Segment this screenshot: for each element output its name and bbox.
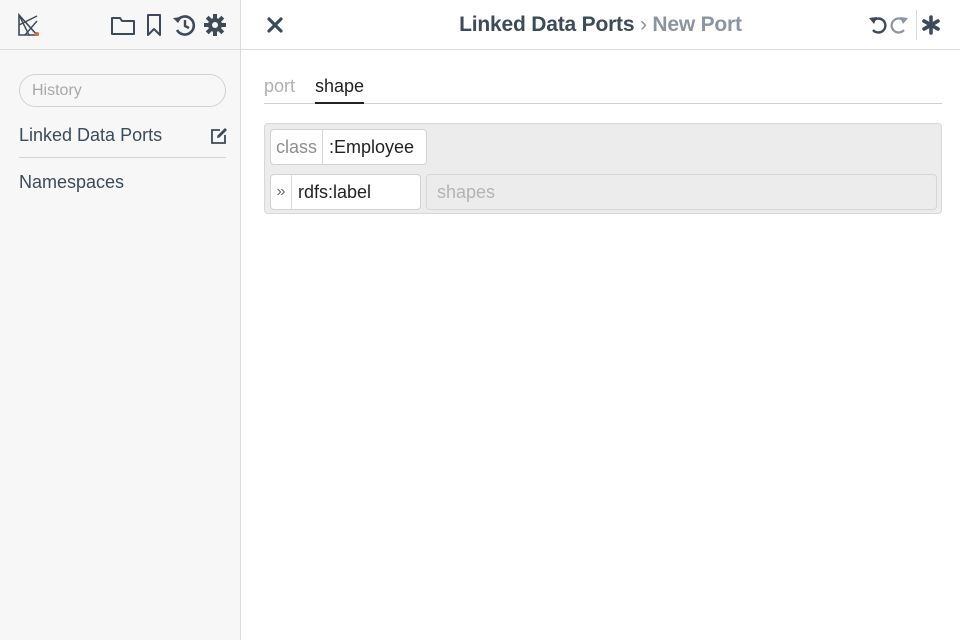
tab-shape[interactable]: shape [315, 76, 365, 104]
folder-icon[interactable] [110, 12, 136, 38]
tab-port[interactable]: port [264, 76, 295, 104]
class-label: class [271, 130, 323, 164]
shapes-input[interactable] [426, 174, 937, 210]
header-divider [916, 10, 917, 40]
history-icon[interactable] [171, 12, 197, 38]
bookmark-icon[interactable] [141, 12, 167, 38]
class-value[interactable]: :Employee [323, 130, 426, 164]
breadcrumb: Linked Data Ports › New Port [241, 13, 960, 37]
edit-icon[interactable] [210, 127, 228, 145]
gear-icon[interactable] [202, 12, 228, 38]
redo-icon[interactable] [888, 14, 910, 36]
asterisk-icon[interactable] [920, 14, 942, 36]
sidebar: Linked Data Ports Namespaces [0, 0, 241, 640]
sidebar-item-label: Namespaces [19, 171, 125, 192]
expand-icon[interactable]: » [271, 175, 292, 209]
sidebar-toolbar [0, 0, 240, 50]
sidebar-item-namespaces[interactable]: Namespaces [19, 160, 226, 204]
breadcrumb-separator: › [639, 13, 647, 36]
sidebar-item-label: Linked Data Ports [19, 125, 163, 145]
history-search-input[interactable] [19, 74, 226, 107]
main-header: Linked Data Ports › New Port [241, 0, 960, 50]
tab-bar: port shape [264, 72, 942, 104]
class-field[interactable]: class :Employee [270, 129, 427, 165]
property-value[interactable]: rdfs:label [292, 175, 420, 209]
breadcrumb-current: New Port [652, 13, 742, 36]
app-logo-icon[interactable] [17, 12, 41, 37]
sidebar-item-linked-data-ports[interactable]: Linked Data Ports [19, 114, 228, 158]
shape-panel: class :Employee » rdfs:label [264, 123, 942, 214]
property-field[interactable]: » rdfs:label [270, 174, 421, 210]
breadcrumb-parent[interactable]: Linked Data Ports [459, 13, 634, 36]
undo-icon[interactable] [867, 14, 889, 36]
